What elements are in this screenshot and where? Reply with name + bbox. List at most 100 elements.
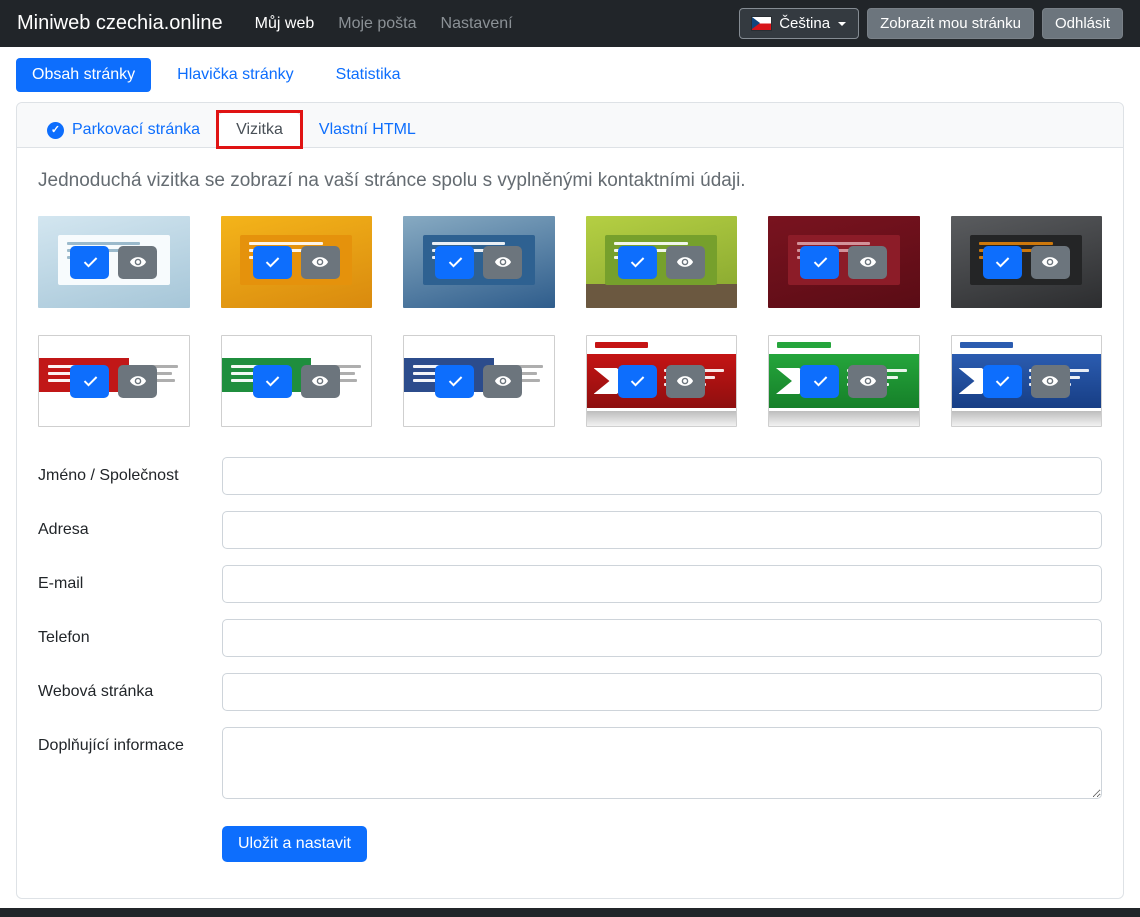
template-thumbnail-green-railway[interactable] bbox=[586, 216, 738, 308]
template-select-button[interactable] bbox=[800, 246, 839, 279]
phone-input[interactable] bbox=[222, 619, 1102, 657]
check-icon bbox=[812, 254, 828, 270]
page-tab-obsah-stranky[interactable]: Obsah stránky bbox=[16, 58, 151, 92]
navbar-menu: Můj webMoje poštaNastavení bbox=[245, 9, 740, 39]
field-label-additional-info: Doplňující informace bbox=[38, 727, 222, 755]
navbar-actions: Čeština Zobrazit mou stránku Odhlásit bbox=[739, 8, 1123, 39]
template-select-button[interactable] bbox=[70, 246, 109, 279]
template-select-button[interactable] bbox=[983, 365, 1022, 398]
template-select-button[interactable] bbox=[435, 365, 474, 398]
page-tab-statistika[interactable]: Statistika bbox=[320, 58, 417, 92]
template-thumbnail-graphite[interactable] bbox=[951, 216, 1103, 308]
form-row-address: Adresa bbox=[38, 511, 1102, 549]
section-tabs: Obsah stránky Hlavička stránky Statistika bbox=[0, 47, 1140, 102]
template-preview-button[interactable] bbox=[1031, 246, 1070, 279]
check-icon bbox=[264, 254, 280, 270]
template-preview-button[interactable] bbox=[483, 365, 522, 398]
template-select-button[interactable] bbox=[618, 365, 657, 398]
check-icon bbox=[994, 373, 1010, 389]
template-select-button[interactable] bbox=[800, 365, 839, 398]
template-select-button[interactable] bbox=[983, 246, 1022, 279]
additional-info-textarea[interactable] bbox=[222, 727, 1102, 799]
top-navbar: Miniweb czechia.online Můj webMoje pošta… bbox=[0, 0, 1140, 47]
template-select-button[interactable] bbox=[253, 246, 292, 279]
eye-icon bbox=[311, 372, 329, 390]
template-preview-button[interactable] bbox=[848, 246, 887, 279]
eye-icon bbox=[129, 372, 147, 390]
template-thumbnail-seaside-light[interactable] bbox=[38, 216, 190, 308]
check-icon bbox=[629, 373, 645, 389]
check-icon bbox=[994, 254, 1010, 270]
template-actions bbox=[404, 336, 554, 426]
field-label-email: E-mail bbox=[38, 575, 222, 593]
template-thumbnail-blue-mountains[interactable] bbox=[403, 216, 555, 308]
navbar-item-muj-web[interactable]: Můj web bbox=[245, 9, 325, 39]
vizitka-form: Jméno / Společnost Adresa E-mail Telefon Web… bbox=[38, 457, 1102, 862]
eye-icon bbox=[129, 253, 147, 271]
eye-icon bbox=[311, 253, 329, 271]
card-tab-vlastni-html[interactable]: Vlastní HTML bbox=[301, 112, 434, 148]
template-preview-button[interactable] bbox=[666, 246, 705, 279]
template-thumbnail-white-navy-band[interactable] bbox=[403, 335, 555, 427]
website-input[interactable] bbox=[222, 673, 1102, 711]
template-select-button[interactable] bbox=[70, 365, 109, 398]
field-control-website bbox=[222, 673, 1102, 711]
template-actions bbox=[222, 336, 372, 426]
submit-row: Uložit a nastavit bbox=[222, 820, 1102, 862]
template-actions bbox=[221, 216, 373, 308]
czech-flag-icon bbox=[752, 17, 771, 30]
address-input[interactable] bbox=[222, 511, 1102, 549]
template-select-button[interactable] bbox=[435, 246, 474, 279]
card-body: Jednoduchá vizitka se zobrazí na vaší st… bbox=[17, 148, 1123, 898]
navbar-item-nastaveni[interactable]: Nastavení bbox=[431, 9, 523, 39]
form-row-phone: Telefon bbox=[38, 619, 1102, 657]
template-actions bbox=[951, 216, 1103, 308]
template-preview-button[interactable] bbox=[118, 365, 157, 398]
brand[interactable]: Miniweb czechia.online bbox=[17, 12, 223, 35]
check-icon bbox=[812, 373, 828, 389]
footer-bar bbox=[0, 908, 1140, 917]
check-icon bbox=[629, 254, 645, 270]
field-label-website: Webová stránka bbox=[38, 683, 222, 701]
language-dropdown[interactable]: Čeština bbox=[739, 8, 859, 39]
view-my-site-button[interactable]: Zobrazit mou stránku bbox=[867, 8, 1034, 39]
template-thumbnail-red-arrow[interactable] bbox=[586, 335, 738, 427]
template-select-button[interactable] bbox=[618, 246, 657, 279]
card-tab-parkovaci-stranka[interactable]: ✓Parkovací stránka bbox=[29, 112, 218, 148]
template-preview-button[interactable] bbox=[301, 246, 340, 279]
eye-icon bbox=[1041, 253, 1059, 271]
check-icon bbox=[447, 373, 463, 389]
template-preview-button[interactable] bbox=[301, 365, 340, 398]
page-tab-hlavicka-stranky[interactable]: Hlavička stránky bbox=[161, 58, 309, 92]
card-tab-label: Vizitka bbox=[236, 121, 283, 139]
template-thumbnail-orange-flowers[interactable] bbox=[221, 216, 373, 308]
chevron-down-icon bbox=[838, 22, 846, 26]
template-actions bbox=[403, 216, 555, 308]
template-thumbnail-blue-arrow[interactable] bbox=[951, 335, 1103, 427]
card-tab-vizitka[interactable]: Vizitka bbox=[218, 112, 301, 148]
template-preview-button[interactable] bbox=[848, 365, 887, 398]
template-preview-button[interactable] bbox=[118, 246, 157, 279]
template-thumbnail-white-green-band[interactable] bbox=[221, 335, 373, 427]
template-thumbnail-dark-red[interactable] bbox=[768, 216, 920, 308]
template-actions bbox=[38, 216, 190, 308]
card-tabs: ✓Parkovací stránka Vizitka Vlastní HTML bbox=[29, 112, 1111, 148]
template-thumbnail-green-arrow[interactable] bbox=[768, 335, 920, 427]
template-actions bbox=[768, 216, 920, 308]
template-preview-button[interactable] bbox=[666, 365, 705, 398]
template-thumbnail-white-red-band[interactable] bbox=[38, 335, 190, 427]
field-label-phone: Telefon bbox=[38, 629, 222, 647]
template-preview-button[interactable] bbox=[483, 246, 522, 279]
content-card: ✓Parkovací stránka Vizitka Vlastní HTML Je… bbox=[16, 102, 1124, 899]
navbar-item-moje-posta[interactable]: Moje pošta bbox=[328, 9, 426, 39]
form-row-name: Jméno / Společnost bbox=[38, 457, 1102, 495]
template-select-button[interactable] bbox=[253, 365, 292, 398]
field-control-phone bbox=[222, 619, 1102, 657]
template-preview-button[interactable] bbox=[1031, 365, 1070, 398]
eye-icon bbox=[676, 253, 694, 271]
intro-text: Jednoduchá vizitka se zobrazí na vaší st… bbox=[38, 170, 1102, 192]
save-and-set-button[interactable]: Uložit a nastavit bbox=[222, 826, 367, 862]
logout-button[interactable]: Odhlásit bbox=[1042, 8, 1123, 39]
email-input[interactable] bbox=[222, 565, 1102, 603]
name-input[interactable] bbox=[222, 457, 1102, 495]
